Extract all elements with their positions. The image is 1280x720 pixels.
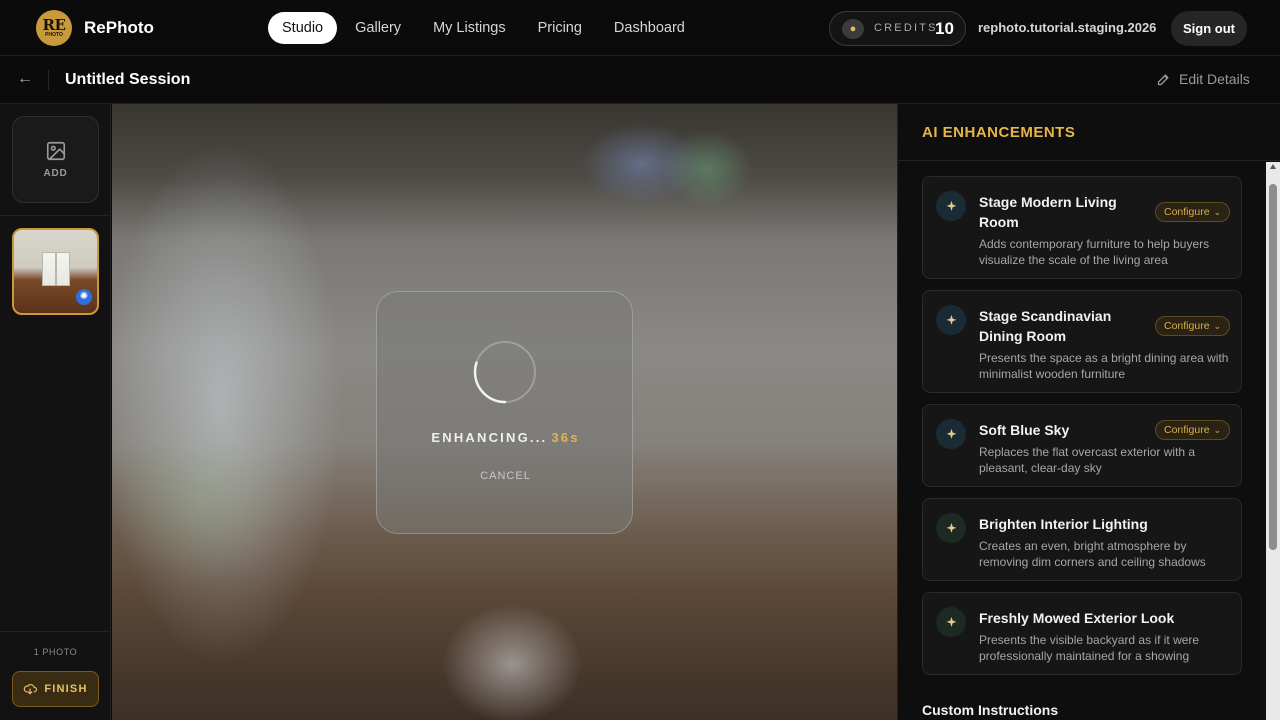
user-email: rephoto.tutorial.staging.20260... bbox=[978, 20, 1156, 35]
enhancement-card[interactable]: Soft Blue Sky Configure ⌄ Replaces the fl… bbox=[922, 404, 1242, 487]
credits-label: CREDITS bbox=[874, 22, 938, 34]
logo-subtext: PHOTO bbox=[45, 32, 63, 38]
configure-label: Configure bbox=[1164, 424, 1210, 436]
loading-spinner-icon bbox=[473, 340, 537, 404]
enhancement-description: Presents the visible backyard as if it w… bbox=[979, 633, 1200, 663]
chevron-down-icon: ⌄ bbox=[1213, 425, 1221, 435]
nav-gallery[interactable]: Gallery bbox=[341, 12, 415, 44]
brand-name[interactable]: RePhoto bbox=[84, 18, 154, 38]
back-arrow-icon[interactable]: ← bbox=[14, 68, 36, 90]
photo-rail: ADD ✺ 1 PHOTO FINISH bbox=[0, 104, 111, 720]
configure-label: Configure bbox=[1164, 320, 1210, 332]
sparkle-icon bbox=[936, 607, 966, 637]
divider bbox=[48, 70, 49, 90]
nav-my-listings[interactable]: My Listings bbox=[419, 12, 520, 44]
enhancement-card[interactable]: Brighten Interior Lighting Creates an ev… bbox=[922, 498, 1242, 581]
configure-dropdown[interactable]: Configure ⌄ bbox=[1155, 420, 1230, 440]
panel-title: AI ENHANCEMENTS bbox=[922, 124, 1076, 141]
credits-value: 10 bbox=[935, 19, 954, 38]
sparkle-icon bbox=[936, 191, 966, 221]
enhancing-overlay: ENHANCING... 36s CANCEL bbox=[376, 291, 633, 534]
credits-badge[interactable]: ● CREDITS 10 bbox=[829, 11, 966, 46]
enhancement-card[interactable]: Freshly Mowed Exterior Look Presents the… bbox=[922, 592, 1242, 675]
enhancement-title: Stage Modern Living Room bbox=[979, 194, 1117, 230]
enhancement-title: Brighten Interior Lighting bbox=[979, 516, 1148, 532]
main-nav: Studio Gallery My Listings Pricing Dashb… bbox=[268, 12, 699, 44]
configure-dropdown[interactable]: Configure ⌄ bbox=[1155, 316, 1230, 336]
cancel-button[interactable]: CANCEL bbox=[377, 470, 634, 482]
chevron-down-icon: ⌄ bbox=[1213, 207, 1221, 217]
edit-details-button[interactable]: Edit Details bbox=[1156, 71, 1250, 87]
custom-instructions-heading: Custom Instructions bbox=[922, 702, 1059, 718]
nav-dashboard[interactable]: Dashboard bbox=[600, 12, 699, 44]
divider bbox=[0, 215, 111, 216]
sign-out-button[interactable]: Sign out bbox=[1171, 11, 1247, 46]
scroll-up-arrow-icon[interactable] bbox=[1270, 164, 1276, 169]
session-title: Untitled Session bbox=[65, 71, 191, 88]
enhancement-title: Stage Scandinavian Dining Room bbox=[979, 308, 1112, 344]
add-photo-label: ADD bbox=[43, 168, 68, 179]
enhancing-label: ENHANCING... bbox=[431, 430, 548, 445]
photo-canvas: ENHANCING... 36s CANCEL bbox=[112, 104, 897, 720]
cloud-download-icon bbox=[24, 684, 38, 695]
logo-text: RE bbox=[42, 16, 66, 34]
enhancement-description: Presents the space as a bright dining ar… bbox=[979, 351, 1229, 381]
divider bbox=[898, 160, 1280, 161]
thumbnail-window-pane bbox=[55, 252, 57, 286]
configure-label: Configure bbox=[1164, 206, 1210, 218]
photo-count: 1 PHOTO bbox=[33, 647, 78, 657]
enhancement-card[interactable]: Stage Modern Living Room Configure ⌄ Adds… bbox=[922, 176, 1242, 279]
enhancement-description: Creates an even, bright atmosphere by re… bbox=[979, 539, 1206, 569]
enhancement-title: Soft Blue Sky bbox=[979, 422, 1070, 438]
pencil-icon bbox=[1157, 74, 1169, 85]
photo-thumbnail[interactable]: ✺ bbox=[12, 228, 99, 315]
coins-icon: ● bbox=[842, 19, 864, 39]
finish-button[interactable]: FINISH bbox=[12, 671, 99, 707]
panel-scrollbar[interactable] bbox=[1266, 162, 1280, 720]
scrollbar-thumb[interactable] bbox=[1269, 184, 1277, 550]
sparkle-icon bbox=[936, 305, 966, 335]
sparkle-icon bbox=[936, 513, 966, 543]
rephoto-logo-icon[interactable]: RE PHOTO bbox=[36, 10, 72, 46]
enhancing-status: ENHANCING... 36s bbox=[377, 430, 634, 445]
image-icon bbox=[46, 141, 65, 161]
chevron-down-icon: ⌄ bbox=[1213, 321, 1221, 331]
add-photo-button[interactable]: ADD bbox=[12, 116, 99, 203]
configure-dropdown[interactable]: Configure ⌄ bbox=[1155, 202, 1230, 222]
enhancing-timer: 36s bbox=[551, 430, 580, 445]
processing-spinner-icon: ✺ bbox=[76, 289, 92, 305]
ai-enhancements-panel: AI ENHANCEMENTS Stage Modern Living Room… bbox=[897, 104, 1280, 720]
nav-pricing[interactable]: Pricing bbox=[524, 12, 596, 44]
edit-details-label: Edit Details bbox=[1179, 71, 1250, 87]
enhancement-title: Freshly Mowed Exterior Look bbox=[979, 610, 1175, 626]
finish-label: FINISH bbox=[44, 683, 88, 695]
divider bbox=[0, 631, 111, 632]
enhancement-card[interactable]: Stage Scandinavian Dining Room Configure… bbox=[922, 290, 1242, 393]
nav-studio[interactable]: Studio bbox=[268, 12, 338, 44]
sparkle-icon bbox=[936, 419, 966, 449]
enhancement-description: Adds contemporary furniture to help buye… bbox=[979, 237, 1210, 267]
session-header: ← Untitled Session Edit Details bbox=[0, 56, 1280, 104]
enhancement-description: Replaces the flat overcast exterior with… bbox=[979, 445, 1196, 475]
top-navigation-bar: RE PHOTO RePhoto Studio Gallery My Listi… bbox=[0, 0, 1280, 56]
